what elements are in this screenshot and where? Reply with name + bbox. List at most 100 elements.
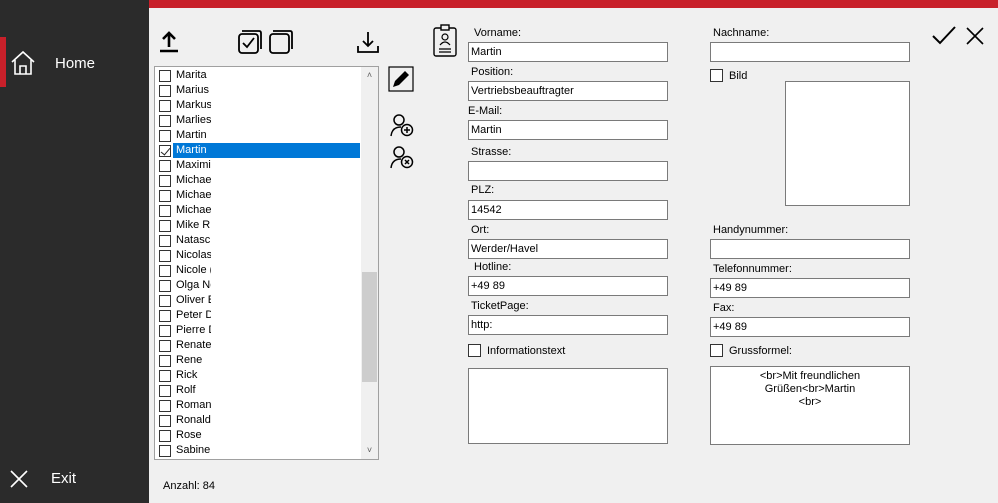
- list-item-checkbox[interactable]: [159, 175, 171, 187]
- edit-icon[interactable]: [388, 66, 414, 92]
- bild-checkbox[interactable]: [710, 69, 723, 82]
- list-item-checkbox[interactable]: [159, 145, 171, 157]
- informationstext-textarea[interactable]: [468, 368, 668, 444]
- email-field[interactable]: Martin: [468, 120, 668, 140]
- list-item[interactable]: Roman: [155, 398, 361, 413]
- download-icon[interactable]: [355, 30, 381, 56]
- sidebar-item-exit[interactable]: Exit: [0, 462, 149, 494]
- list-item-label: Marius: [176, 84, 210, 96]
- list-item[interactable]: Rose: [155, 428, 361, 443]
- list-item-label: Pierre D: [176, 324, 211, 336]
- list-item-checkbox[interactable]: [159, 115, 171, 127]
- close-icon[interactable]: [965, 26, 985, 46]
- list-item-checkbox[interactable]: [159, 250, 171, 262]
- list-scrollbar[interactable]: ˄ ˅: [361, 67, 378, 459]
- vorname-label: Vorname:: [474, 27, 522, 39]
- telefonnummer-field[interactable]: +49 89: [710, 278, 910, 298]
- informationstext-checkbox[interactable]: [468, 344, 481, 357]
- list-item[interactable]: Marlies: [155, 113, 361, 128]
- fax-label: Fax:: [713, 302, 735, 314]
- nachname-field[interactable]: [710, 42, 910, 62]
- list-item-checkbox[interactable]: [159, 220, 171, 232]
- confirm-icon[interactable]: [931, 25, 957, 47]
- list-item-checkbox[interactable]: [159, 325, 171, 337]
- list-item[interactable]: Markus: [155, 98, 361, 113]
- grussformel-checkbox[interactable]: [710, 344, 723, 357]
- list-item[interactable]: Pierre D: [155, 323, 361, 338]
- contact-list[interactable]: Marita Marius Markus Marlies Martin Martin Max…: [154, 66, 379, 460]
- list-item[interactable]: Michae: [155, 188, 361, 203]
- list-item-checkbox[interactable]: [159, 415, 171, 427]
- add-user-icon[interactable]: [389, 112, 415, 138]
- list-item-checkbox[interactable]: [159, 385, 171, 397]
- list-item-checkbox[interactable]: [159, 100, 171, 112]
- list-item-checkbox[interactable]: [159, 70, 171, 82]
- vorname-field[interactable]: Martin: [468, 42, 668, 62]
- list-item[interactable]: Rene: [155, 353, 361, 368]
- list-item-label: Sabine: [176, 444, 211, 456]
- list-item-label: Nicolas: [176, 249, 211, 261]
- scroll-up-icon[interactable]: ˄: [361, 67, 378, 84]
- handynummer-field[interactable]: [710, 239, 910, 259]
- ticketpage-field[interactable]: http:: [468, 315, 668, 335]
- list-item[interactable]: Oliver E: [155, 293, 361, 308]
- grussformel-textarea[interactable]: <br>Mit freundlichen Grüßen<br>Martin <b…: [710, 366, 910, 445]
- list-item[interactable]: Martin: [155, 128, 361, 143]
- list-item[interactable]: Sabine: [155, 443, 361, 458]
- list-item[interactable]: Olga Ne: [155, 278, 361, 293]
- list-item[interactable]: Michae: [155, 203, 361, 218]
- list-item[interactable]: Mike R: [155, 218, 361, 233]
- sidebar-item-exit-label: Exit: [51, 470, 77, 487]
- list-item-checkbox[interactable]: [159, 280, 171, 292]
- check-all-icon[interactable]: [237, 29, 263, 55]
- list-item-checkbox[interactable]: [159, 85, 171, 97]
- fax-field[interactable]: +49 89: [710, 317, 910, 337]
- list-item-checkbox[interactable]: [159, 190, 171, 202]
- list-item[interactable]: Nicolas: [155, 248, 361, 263]
- hotline-field[interactable]: +49 89: [468, 276, 668, 296]
- list-item-checkbox[interactable]: [159, 265, 171, 277]
- list-item[interactable]: Ronald: [155, 413, 361, 428]
- list-item-label: Marita: [176, 69, 207, 81]
- list-item-checkbox[interactable]: [159, 295, 171, 307]
- list-item-checkbox[interactable]: [159, 370, 171, 382]
- list-item[interactable]: Rolf: [155, 383, 361, 398]
- list-item-checkbox[interactable]: [159, 130, 171, 142]
- scroll-down-icon[interactable]: ˅: [361, 442, 378, 459]
- list-item-checkbox[interactable]: [159, 205, 171, 217]
- list-item-label: Mike R: [176, 219, 211, 231]
- list-item-checkbox[interactable]: [159, 310, 171, 322]
- list-item[interactable]: Marita: [155, 68, 361, 83]
- list-item-checkbox[interactable]: [159, 445, 171, 457]
- list-item[interactable]: Martin: [155, 143, 361, 158]
- list-item-checkbox[interactable]: [159, 430, 171, 442]
- list-item[interactable]: Marius: [155, 83, 361, 98]
- list-item-label: Natasc: [176, 234, 211, 246]
- sidebar-item-home[interactable]: Home: [0, 37, 149, 87]
- list-item-checkbox[interactable]: [159, 235, 171, 247]
- list-item[interactable]: Maximil: [155, 158, 361, 173]
- strasse-field[interactable]: [468, 161, 668, 181]
- list-item-checkbox[interactable]: [159, 355, 171, 367]
- list-item[interactable]: Natasc: [155, 233, 361, 248]
- list-item-checkbox[interactable]: [159, 400, 171, 412]
- list-item-label: Renate: [176, 339, 211, 351]
- scroll-thumb[interactable]: [362, 272, 377, 382]
- contact-card-icon[interactable]: [432, 24, 458, 58]
- plz-field[interactable]: 14542: [468, 200, 668, 220]
- picture-box[interactable]: [785, 81, 910, 206]
- uncheck-all-icon[interactable]: [268, 29, 294, 55]
- list-item-checkbox[interactable]: [159, 340, 171, 352]
- list-item[interactable]: Rick: [155, 368, 361, 383]
- list-item-checkbox[interactable]: [159, 160, 171, 172]
- list-item[interactable]: Renate: [155, 338, 361, 353]
- list-item-label: Martin: [176, 144, 207, 156]
- ort-field[interactable]: Werder/Havel: [468, 239, 668, 259]
- list-item[interactable]: Peter D: [155, 308, 361, 323]
- contact-count: Anzahl: 84: [163, 480, 215, 492]
- list-item[interactable]: Nicole (: [155, 263, 361, 278]
- upload-icon[interactable]: [157, 30, 181, 54]
- position-field[interactable]: Vertriebsbeauftragter: [468, 81, 668, 101]
- list-item[interactable]: Michae: [155, 173, 361, 188]
- remove-user-icon[interactable]: [389, 144, 415, 170]
